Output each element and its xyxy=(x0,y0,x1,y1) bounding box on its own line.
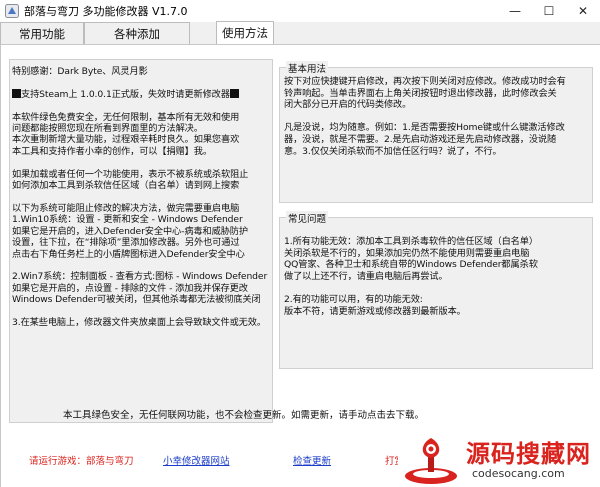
tab-common-functions[interactable]: 常用功能 xyxy=(0,22,84,44)
usage-line: 铃声响起。当单击界面右上角关闭按钮时退出修改器，此时修改会关 xyxy=(284,87,557,99)
watermark-url: codesocang.com xyxy=(472,466,565,480)
info-line xyxy=(12,260,270,271)
window-controls: — ☐ ✕ xyxy=(498,0,600,22)
info-line: 如果它是开启的，进入Defender安全中心-病毒和威胁防护 xyxy=(12,225,248,237)
usage-line: 按下对应快捷键开启修改，再次按下则关闭对应修改。修改成功时会有 xyxy=(284,76,566,87)
info-line: 本次重制新增大量功能，过程艰辛耗时良久。如果您喜欢 xyxy=(12,134,240,146)
watermark-text: 源码搜藏网 codesocang.com xyxy=(466,441,591,480)
group-title: 基本用法 xyxy=(286,61,329,75)
usage-line: 闭大部分已开启的代码类修改。 xyxy=(284,99,412,111)
steam-version-line: 支持Steam上 1.0.0.1正式版，失效时请更新修改器 xyxy=(12,88,270,100)
info-line: 3.在某些电脑上，修改器文件夹放桌面上会导致缺文件或无效。 xyxy=(12,316,266,328)
info-line: 点击右下角任务栏上的小盾牌图标进入Defender安全中心 xyxy=(12,248,245,260)
tab-usage[interactable]: 使用方法 xyxy=(216,21,274,44)
black-square-icon xyxy=(12,88,21,98)
info-line: 以下为系统可能阻止修改的解决方法，做完需要重启电脑 xyxy=(12,202,240,214)
faq-line: 2.有的功能可以用，有的功能无效: xyxy=(284,293,423,305)
info-line: 特别感谢：Dark Byte、风灵月影 xyxy=(12,66,148,77)
run-game-link[interactable]: 请运行游戏：部落与弯刀 xyxy=(29,453,134,467)
faq-line: 版本不符，请更新游戏或修改器到最新版本。 xyxy=(284,305,466,317)
black-square-icon xyxy=(229,88,239,98)
usage-line: 凡是没说，均为随意。例如：1.是否需要按Home键或什么键激活修改 xyxy=(284,122,565,134)
faq-line: 做了以上还不行，请重启电脑后再尝试。 xyxy=(284,270,448,282)
info-line: 问题都能按照您现在所看到界面里的方法解决。 xyxy=(12,123,203,135)
info-line: 如果它是开启的，点设置 - 排除的文件 - 添加我并保存更改 xyxy=(12,282,248,294)
faq-line: QQ管家、各种卫士和系统自带的Windows Defender都属杀软 xyxy=(284,259,538,271)
usage-line: 意。3.仅仅关闭杀软而不加信任区行吗？说了，不行。 xyxy=(284,145,502,157)
usage-line xyxy=(284,111,588,123)
check-update-link[interactable]: 检查更新 xyxy=(293,453,331,467)
basic-usage-group: 基本用法 按下对应快捷键开启修改，再次按下则关闭对应修改。修改成功时会有 铃声响… xyxy=(279,61,593,203)
tab-various-add[interactable]: 各种添加 xyxy=(84,22,190,44)
info-line xyxy=(12,191,270,202)
info-line xyxy=(12,100,270,111)
faq-group: 常见问题 1.所有功能无效：添加本工具到杀毒软件的信任区域（白名单） 关闭杀软是… xyxy=(279,211,593,369)
title-bar: 部落与弯刀 多功能修改器 V1.7.0 — ☐ ✕ xyxy=(0,0,600,22)
info-line xyxy=(12,306,270,317)
info-line: 如何添加本工具到杀软信任区域（白名单）请到网上搜索 xyxy=(12,180,240,192)
info-line: 本软件绿色免费安全，无任何限制，基本所有无效和使用 xyxy=(12,111,240,123)
window-title: 部落与弯刀 多功能修改器 V1.7.0 xyxy=(24,5,188,18)
footer-notice: 本工具绿色安全，无任何联网功能，也不会检查更新。如需更新，请手动点击去下载。 xyxy=(63,410,425,421)
info-line: 设置，往下拉，在“排除项”里添加修改器。另外也可通过 xyxy=(12,237,240,249)
info-line xyxy=(12,77,270,88)
app-icon xyxy=(5,4,19,18)
info-line: Windows Defender可被关闭，但其他杀毒都无法被彻底关闭 xyxy=(12,294,261,306)
faq-line: 1.所有功能无效：添加本工具到杀毒软件的信任区域（白名单） xyxy=(284,236,538,247)
info-panel: 特别感谢：Dark Byte、风灵月影 支持Steam上 1.0.0.1正式版，… xyxy=(9,59,273,423)
faq-line xyxy=(284,282,588,294)
watermark-logo-icon xyxy=(405,438,457,484)
group-title: 常见问题 xyxy=(286,211,329,225)
info-line: 2.Win7系统：控制面板 - 查看方式:图标 - Windows Defend… xyxy=(12,271,268,283)
faq-line: 关闭杀软是不行的，如果添加完仍然不能使用则需要重启电脑 xyxy=(284,247,530,259)
info-line: 1.Win10系统：设置 - 更新和安全 - Windows Defender xyxy=(12,214,243,226)
usage-line: 器，没说，就是不需要。2.是先启动游戏还是先启动修改器，没说随 xyxy=(284,133,557,145)
info-line: 如果加载或者任何一个功能使用，表示不被系统或杀软阻止 xyxy=(12,168,249,180)
minimize-button[interactable]: — xyxy=(498,0,532,22)
info-line xyxy=(12,157,270,168)
watermark-name: 源码搜藏网 xyxy=(466,439,591,468)
watermark-banner: 源码搜藏网 codesocang.com xyxy=(398,433,600,487)
tab-bar: 常用功能 各种添加 使用方法 xyxy=(0,21,600,44)
close-button[interactable]: ✕ xyxy=(566,0,600,22)
info-line: 本工具和支持作者小幸的创作，可以【捐赠】我。 xyxy=(12,145,212,157)
website-link[interactable]: 小幸修改器网站 xyxy=(163,453,230,467)
maximize-button[interactable]: ☐ xyxy=(532,0,566,22)
usage-page: 特别感谢：Dark Byte、风灵月影 支持Steam上 1.0.0.1正式版，… xyxy=(0,45,600,487)
